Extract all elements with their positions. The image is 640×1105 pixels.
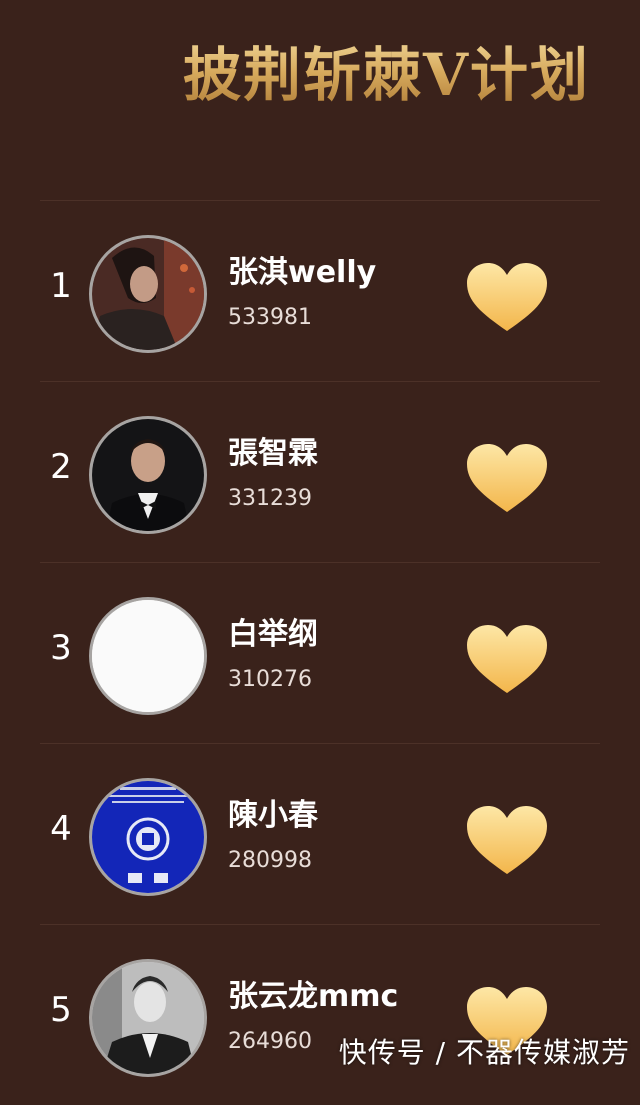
portrait-photo-2-image — [92, 419, 204, 531]
rank-number: 1 — [50, 266, 72, 306]
avatar[interactable] — [89, 235, 207, 353]
ranking-list: 1 张淇welly 533981 2 張智霖 331239 3 白举纲 3102… — [40, 200, 600, 1105]
heart-icon[interactable] — [465, 442, 549, 514]
rank-number: 4 — [50, 809, 72, 849]
heart-icon[interactable] — [465, 261, 549, 333]
ranking-row[interactable]: 2 張智霖 331239 — [40, 381, 600, 562]
vote-count: 331239 — [228, 486, 312, 511]
hong-kong-passport-cover-image — [92, 781, 204, 893]
avatar[interactable] — [89, 959, 207, 1077]
blank-avatar-image — [92, 600, 204, 712]
heart-icon[interactable] — [465, 804, 549, 876]
vote-count: 533981 — [228, 305, 312, 330]
ranking-row[interactable]: 3 白举纲 310276 — [40, 562, 600, 743]
vote-count: 264960 — [228, 1029, 312, 1054]
contestant-name: 張智霖 — [228, 436, 318, 471]
contestant-name: 陳小春 — [228, 798, 318, 833]
rank-number: 3 — [50, 628, 72, 668]
contestant-name: 张云龙mmc — [228, 979, 399, 1014]
ranking-row[interactable]: 1 张淇welly 533981 — [40, 200, 600, 381]
ranking-row[interactable]: 4 陳小春 280998 — [40, 743, 600, 924]
watermark: 快传号 / 不器传媒淑芳 — [338, 1036, 630, 1069]
avatar[interactable] — [89, 416, 207, 534]
rank-number: 5 — [50, 990, 72, 1030]
contestant-name: 张淇welly — [228, 255, 377, 290]
rank-number: 2 — [50, 447, 72, 487]
vote-count: 310276 — [228, 667, 312, 692]
ranking-row[interactable]: 5 张云龙mmc 264960 — [40, 924, 600, 1105]
avatar[interactable] — [89, 778, 207, 896]
heart-icon[interactable] — [465, 623, 549, 695]
contestant-name: 白举纲 — [228, 617, 318, 652]
portrait-photo-1-image — [92, 238, 204, 350]
page-title: 披荆斩棘V计划 — [0, 28, 640, 109]
vote-count: 280998 — [228, 848, 312, 873]
portrait-photo-bw-image — [92, 962, 204, 1074]
avatar[interactable] — [89, 597, 207, 715]
